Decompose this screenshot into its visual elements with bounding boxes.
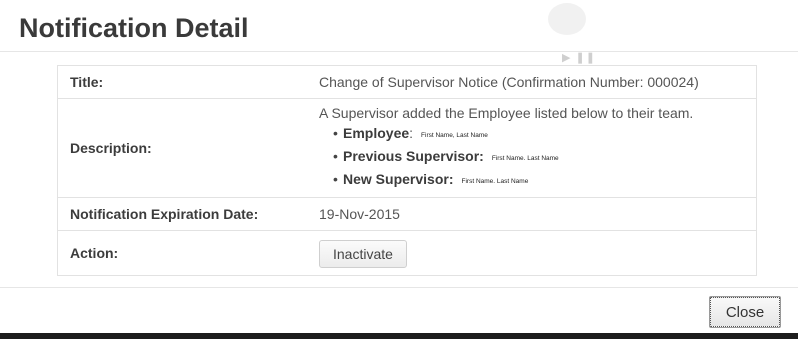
description-text: A Supervisor added the Employee listed b… xyxy=(319,105,694,121)
notification-detail-table: Title: Change of Supervisor Notice (Conf… xyxy=(57,65,757,276)
employee-separator: : xyxy=(409,125,414,141)
list-item-new-supervisor: • New Supervisor: First Name. Last Name xyxy=(333,170,750,191)
action-value: Inactivate xyxy=(309,230,757,276)
action-label: Action: xyxy=(57,230,309,276)
close-button[interactable]: Close xyxy=(709,296,781,328)
new-supervisor-separator: : xyxy=(448,171,454,187)
faded-overlay-circle xyxy=(548,3,586,35)
description-value: A Supervisor added the Employee listed b… xyxy=(309,98,757,198)
new-supervisor-field-label: New Supervisor xyxy=(343,171,449,187)
footer-divider xyxy=(0,287,798,288)
expiration-value: 19-Nov-2015 xyxy=(309,197,757,231)
row-title: Title: Change of Supervisor Notice (Conf… xyxy=(57,65,757,99)
row-action: Action: Inactivate xyxy=(57,230,757,276)
row-expiration: Notification Expiration Date: 19-Nov-201… xyxy=(57,197,757,231)
title-label: Title: xyxy=(57,65,309,99)
bottom-bar xyxy=(0,333,798,339)
new-supervisor-name: First Name. Last Name xyxy=(461,178,529,185)
faded-play-pause-icon: ▶ ❚❚ xyxy=(562,52,596,64)
previous-supervisor-name: First Name. Last Name xyxy=(491,155,559,162)
previous-supervisor-field-label: Previous Supervisor xyxy=(343,148,480,164)
list-item-employee: • Employee: First Name, Last Name xyxy=(333,124,750,145)
inactivate-button[interactable]: Inactivate xyxy=(319,240,407,268)
employee-field-label: Employee xyxy=(343,125,410,141)
description-list: • Employee: First Name, Last Name • Previou… xyxy=(319,124,750,191)
previous-supervisor-separator: : xyxy=(479,148,484,164)
title-value: Change of Supervisor Notice (Confirmatio… xyxy=(309,65,757,99)
bullet-icon: • xyxy=(333,125,338,141)
employee-name: First Name, Last Name xyxy=(421,132,488,139)
row-description: Description: A Supervisor added the Empl… xyxy=(57,98,757,198)
bullet-icon: • xyxy=(333,148,338,164)
header-divider xyxy=(0,51,798,52)
dialog-header: Notification Detail ▶ ❚❚ xyxy=(0,0,798,64)
expiration-label: Notification Expiration Date: xyxy=(57,197,309,231)
bullet-icon: • xyxy=(333,171,338,187)
list-item-previous-supervisor: • Previous Supervisor: First Name. Last Na… xyxy=(333,147,750,168)
dialog-title: Notification Detail xyxy=(19,13,249,43)
description-label: Description: xyxy=(57,98,309,198)
